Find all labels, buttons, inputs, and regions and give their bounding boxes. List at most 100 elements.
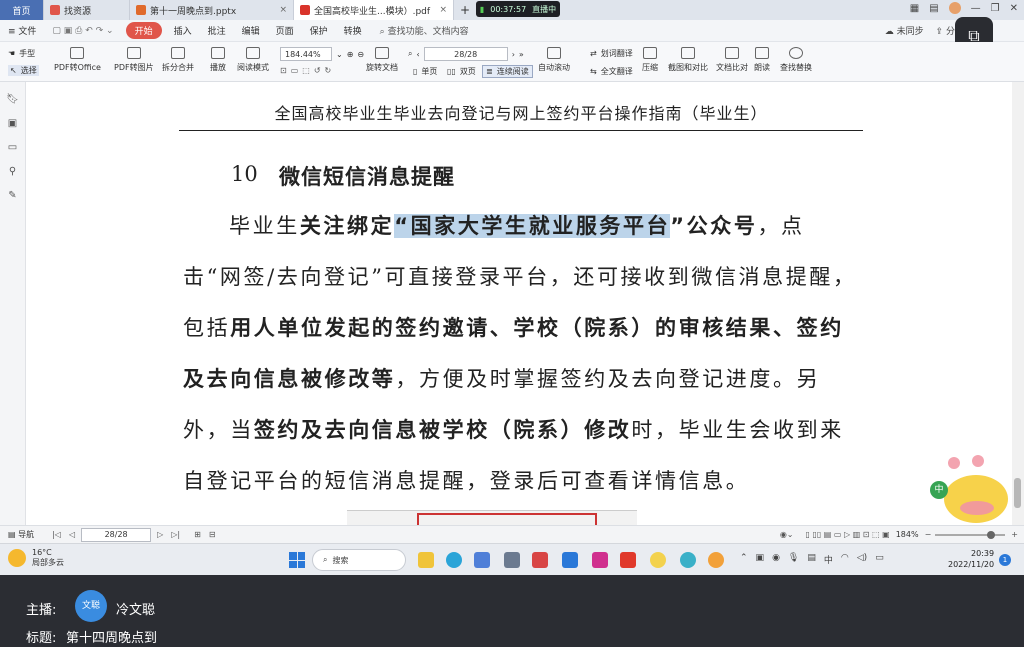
video-app-icon[interactable] (562, 552, 578, 568)
zoom-slider[interactable] (935, 530, 1006, 539)
edge-icon[interactable] (446, 552, 462, 568)
file-explorer-icon[interactable] (418, 552, 434, 568)
nav-toggle[interactable]: ▤ 导航 (8, 529, 34, 540)
hand-tool[interactable]: ☚ 手型 (8, 48, 35, 59)
minimize-icon[interactable]: — (971, 3, 981, 14)
menu-edit[interactable]: 编辑 (234, 24, 268, 37)
menu-protect[interactable]: 保护 (302, 24, 336, 37)
taskbar-search[interactable]: ⌕ 搜索 (312, 549, 406, 571)
compress-button[interactable]: 压缩 (642, 47, 658, 73)
record-icon[interactable]: ◉ (772, 553, 780, 566)
network-app-icon[interactable] (680, 552, 696, 568)
zoom-slider-handle[interactable] (987, 530, 996, 539)
weather-widget[interactable]: 16°C 局部多云 (8, 548, 64, 568)
ime-badge[interactable]: 中 (930, 481, 948, 499)
pdf-to-image-button[interactable]: PDF转图片 (114, 47, 154, 73)
rotate-right-icon[interactable]: ↻ (325, 66, 332, 75)
comment-icon[interactable]: ▭ (6, 142, 19, 154)
grid-icon[interactable]: ▤ (929, 3, 938, 14)
last-page-icon[interactable]: » (519, 50, 524, 59)
vertical-scrollbar[interactable] (1012, 82, 1024, 525)
mic-icon[interactable]: 🎙︎ (788, 553, 799, 566)
notification-badge[interactable]: 1 (999, 554, 1011, 566)
play-button[interactable]: 播放 (210, 47, 226, 73)
input-method-mascot[interactable]: 中 (930, 455, 1012, 525)
menu-convert[interactable]: 转换 (336, 24, 370, 37)
menu-file[interactable]: ≡ 文件 (0, 24, 44, 37)
system-clock[interactable]: 20:39 2022/11/20 (948, 548, 994, 570)
zoom-in-icon[interactable]: + (1011, 530, 1018, 539)
fit-width-icon[interactable]: ▭ (291, 66, 299, 75)
select-tool[interactable]: ↖ 选择 (8, 65, 39, 76)
huawei-icon[interactable] (532, 552, 548, 568)
highlighted-selection[interactable]: “国家大学生就业服务平台 (394, 214, 671, 238)
chrome-icon[interactable] (650, 552, 666, 568)
scrollbar-thumb[interactable] (1014, 478, 1021, 508)
media-app-icon[interactable] (592, 552, 608, 568)
rotate-document-button[interactable]: 旋转文档 (366, 47, 398, 73)
zoom-field[interactable]: 184.44% (280, 47, 332, 61)
next-page-icon[interactable]: ▷ (157, 530, 163, 539)
split-view-icon[interactable]: ⊟ (209, 530, 216, 539)
bookmark-icon[interactable]: 🔖︎ (6, 94, 19, 106)
page-field[interactable]: 28/28 (423, 47, 508, 61)
store-icon[interactable] (474, 552, 490, 568)
quick-access-icons[interactable]: ▢ ▣ ⎙ ↶ ↷ ⌄ (44, 26, 121, 36)
translate-word-button[interactable]: ⇄ 划词翻译 (590, 48, 633, 59)
zoom-in-icon[interactable]: ⊕ (347, 50, 354, 59)
menu-start[interactable]: 开始 (125, 22, 162, 39)
status-page-field[interactable]: 28/28 (81, 527, 152, 542)
tray-app-icon[interactable]: ▤ (807, 553, 816, 566)
document-compare-button[interactable]: 文档比对 (716, 47, 748, 73)
tab-pdf[interactable]: 全国高校毕业生...模块）.pdf × (294, 0, 454, 20)
thumbnail-icon[interactable]: ▣ (6, 118, 19, 130)
app-icon[interactable] (504, 552, 520, 568)
double-page-button[interactable]: ▯▯ 双页 (447, 66, 476, 77)
close-icon[interactable]: ✕ (1010, 3, 1018, 14)
screenshot-icon[interactable]: ⬚ (302, 66, 310, 75)
signature-icon[interactable]: ✎ (6, 190, 19, 202)
app-icon[interactable] (708, 552, 724, 568)
prev-page-icon[interactable]: ◁ (69, 530, 75, 539)
chevron-down-icon[interactable]: ⌄ (336, 50, 343, 59)
avatar[interactable] (948, 2, 961, 14)
zoom-out-icon[interactable]: ⊖ (357, 50, 364, 59)
avatar[interactable]: 文聪 (75, 590, 107, 622)
first-page-icon[interactable]: |◁ (52, 530, 61, 539)
menu-insert[interactable]: 插入 (166, 24, 200, 37)
volume-icon[interactable]: ◁) (857, 553, 867, 566)
wps-icon[interactable] (620, 552, 636, 568)
auto-scroll-button[interactable]: 自动滚动 (538, 47, 570, 73)
next-page-icon[interactable]: › (512, 50, 515, 59)
menu-page[interactable]: 页面 (268, 24, 302, 37)
tray-app-icon[interactable]: ▣ (756, 553, 765, 566)
layout-icon[interactable]: ▦ (910, 3, 919, 14)
zoom-out-icon[interactable]: − (925, 530, 932, 539)
rotate-left-icon[interactable]: ↺ (314, 66, 321, 75)
menu-annotate[interactable]: 批注 (200, 24, 234, 37)
last-page-icon[interactable]: ▷| (171, 530, 180, 539)
tab-pptx[interactable]: 第十一周晚点到.pptx × (130, 0, 294, 20)
body-paragraph[interactable]: 毕业生关注绑定“国家大学生就业服务平台”公众号，点击“网签/去向登记”可直接登录… (183, 201, 863, 507)
view-tools[interactable]: ⊡ ▭ ⬚ ↺ ↻ (280, 66, 331, 75)
translate-full-button[interactable]: ⇆ 全文翻译 (590, 66, 633, 77)
pdf-to-office-button[interactable]: PDF转Office (54, 47, 101, 73)
continuous-read-button[interactable]: ≣ 连续阅读 (482, 65, 533, 78)
read-aloud-button[interactable]: 朗读 (754, 47, 770, 73)
fit-icon[interactable]: ⊡ (280, 66, 287, 75)
search-icon[interactable]: ⌕ (408, 49, 412, 59)
battery-icon[interactable]: ▭ (875, 553, 884, 566)
close-icon[interactable]: × (273, 5, 287, 15)
sync-status[interactable]: ☁ 未同步 (885, 24, 924, 37)
windows-start-icon[interactable] (289, 552, 305, 568)
restore-icon[interactable]: ❐ (991, 3, 1000, 14)
prev-page-icon[interactable]: ‹ (416, 50, 419, 59)
read-mode-button[interactable]: 阅读模式 (237, 47, 269, 73)
input-method-icon[interactable]: 中 (824, 553, 833, 566)
view-mode-icons[interactable]: ▯ ▯▯ ▤ ▭ ▷ ▥ ⊡ ⬚ ▣ (806, 530, 890, 539)
new-tab-button[interactable]: + (454, 0, 476, 20)
tab-home[interactable]: 首页 (0, 0, 44, 20)
fit-page-icon[interactable]: ⊞ (194, 530, 201, 539)
screenshot-compare-button[interactable]: 截图和对比 (668, 47, 708, 73)
find-replace-button[interactable]: 查找替换 (780, 47, 812, 73)
